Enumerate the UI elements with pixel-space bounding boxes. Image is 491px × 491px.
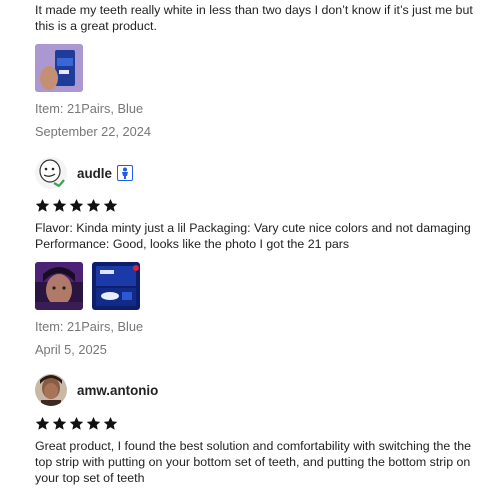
review-photo[interactable] [35,262,83,310]
review-item-variant: Item: 21Pairs, Blue [35,319,144,334]
review-date: September 22, 2024 [35,124,151,139]
star-icon [35,416,50,430]
star-icon [86,416,101,430]
review-date: April 5, 2025 [35,342,107,357]
review-author: audle [35,157,133,189]
star-icon [35,198,50,212]
star-icon [103,416,118,430]
review-text: Flavor: Kinda minty just a lil Packaging… [35,221,471,251]
star-icon [52,416,67,430]
review-photo[interactable] [92,262,140,310]
review-author: amw.antonio [35,374,158,406]
star-rating [35,416,118,431]
star-icon [52,198,67,212]
star-icon [69,416,84,430]
review-item-variant: Item: 21Pairs, Blue [35,101,144,116]
review-text: Great product, I found the best solution… [35,439,471,485]
star-icon [103,198,118,212]
reviews-list: It made my teeth really white in less th… [0,0,491,491]
review-username[interactable]: amw.antonio [77,383,158,398]
avatar[interactable] [35,374,67,406]
avatar[interactable] [35,157,67,189]
star-icon [86,198,101,212]
review-text: It made my teeth really white in less th… [35,3,473,33]
star-rating [35,198,118,213]
person-badge-icon [116,165,133,181]
review-photo[interactable] [35,44,83,92]
review-username[interactable]: audle [77,166,112,181]
star-icon [69,198,84,212]
